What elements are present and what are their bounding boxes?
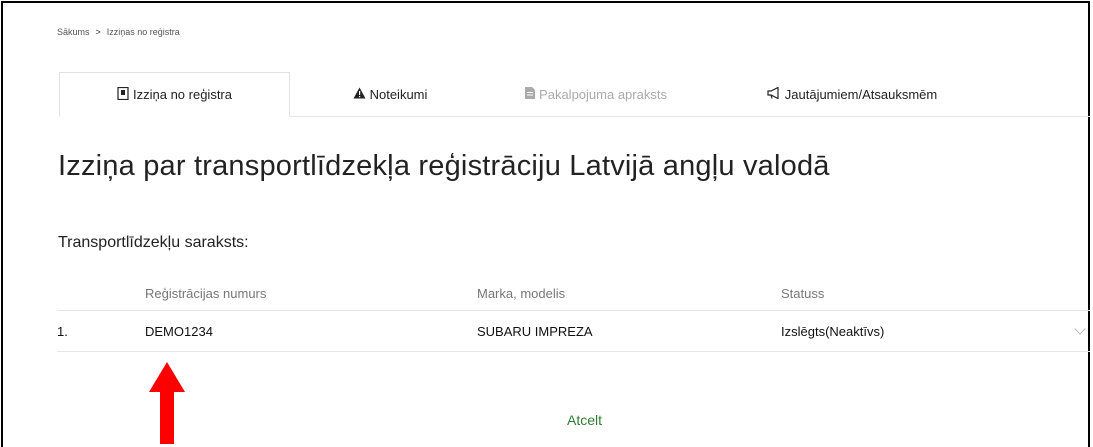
cancel-button[interactable]: Atcelt: [567, 412, 602, 428]
tab-pakalpojuma-apraksts: Pakalpojuma apraksts: [490, 72, 702, 116]
row-status: Izslēgts(Neaktīvs): [781, 323, 885, 339]
row-model: SUBARU IMPREZA: [477, 323, 593, 339]
annotation-arrow-icon: [149, 362, 185, 444]
tab-jautajumiem-atsauksmem[interactable]: Jautājumiem/Atsauksmēm: [702, 72, 1002, 116]
header-model: Marka, modelis: [477, 285, 566, 301]
row-index: 1.: [57, 323, 68, 339]
megaphone-icon: [767, 86, 781, 102]
breadcrumb-current: Izziņas no reģistra: [106, 27, 180, 37]
table-header: Reģistrācijas numurs Marka, modelis Stat…: [57, 276, 1090, 311]
file-icon: [525, 86, 536, 102]
table-row[interactable]: 1. DEMO1234 SUBARU IMPREZA Izslēgts(Neak…: [57, 311, 1090, 352]
page-title: Izziņa par transportlīdzekļa reģistrācij…: [58, 150, 830, 182]
breadcrumb-separator: >: [95, 27, 101, 37]
tab-label: Pakalpojuma apraksts: [539, 86, 667, 102]
tab-noteikumi[interactable]: Noteikumi: [290, 72, 490, 116]
document-icon: [117, 86, 129, 103]
tab-label: Noteikumi: [369, 86, 428, 102]
chevron-down-icon[interactable]: [1074, 323, 1086, 335]
tab-label: Jautājumiem/Atsauksmēm: [784, 86, 938, 102]
warning-icon: [353, 87, 366, 102]
header-status: Statuss: [781, 285, 825, 301]
row-reg-number: DEMO1234: [145, 323, 213, 339]
tab-bar: Izziņa no reģistra Noteikumi Pakalpojuma…: [59, 72, 1090, 117]
header-reg-number: Reģistrācijas numurs: [145, 285, 267, 301]
list-title: Transportlīdzekļu saraksts:: [58, 234, 249, 251]
tab-izzina-no-registra[interactable]: Izziņa no reģistra: [59, 72, 290, 117]
breadcrumb-home[interactable]: Sākums: [57, 27, 90, 37]
breadcrumb: Sākums > Izziņas no reģistra: [57, 27, 180, 37]
tab-label: Izziņa no reģistra: [133, 87, 232, 102]
